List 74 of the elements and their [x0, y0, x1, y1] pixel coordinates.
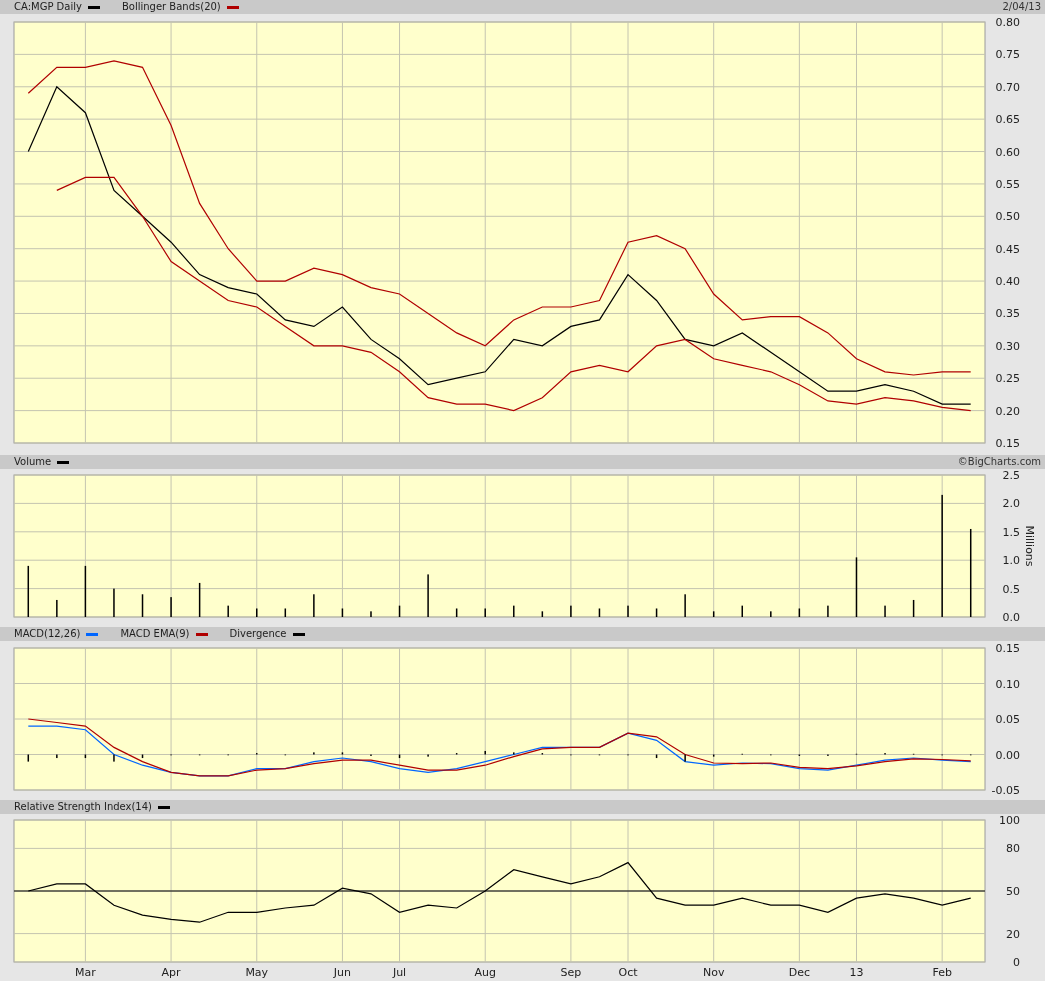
chart-bar — [598, 608, 601, 617]
chart-bar — [198, 582, 201, 617]
axis-tick-label: 0.35 — [995, 307, 1020, 321]
axis-tick-label: 0.45 — [995, 242, 1020, 256]
chart-bar — [712, 611, 715, 617]
axis-tick-label: 0.15 — [995, 437, 1020, 450]
chart-bar — [798, 608, 801, 617]
legend-label: Volume — [14, 455, 52, 469]
axis-tick-label: 50 — [1006, 885, 1020, 898]
axis-tick-label: 0.65 — [995, 113, 1020, 127]
legend-label: CA:MGP Daily — [14, 0, 82, 14]
axis-tick-label: 13 — [849, 966, 864, 979]
axis-tick-label: 0.75 — [995, 48, 1020, 62]
axis-tick-label: 0.40 — [995, 275, 1020, 289]
chart-date: 2/04/13 — [1002, 0, 1041, 14]
chart-bar — [84, 565, 87, 617]
axis-tick-label: Nov — [702, 966, 725, 979]
axis-tick-label: 0 — [1013, 956, 1020, 969]
axis-tick-label: 0.55 — [995, 177, 1020, 191]
axis-tick-label: 1.0 — [1002, 554, 1020, 568]
chart-bar — [655, 754, 658, 759]
axis-tick-label: Sep — [560, 966, 582, 979]
axis-tick-label: 0.80 — [995, 16, 1020, 29]
axis-tick-label: 2.5 — [1002, 469, 1020, 482]
axis-tick-label: 0.30 — [995, 339, 1020, 353]
chart-bar — [27, 565, 30, 617]
chart-bar — [341, 752, 344, 755]
chart-bar — [455, 608, 458, 617]
axis-tick-label: Feb — [932, 966, 952, 979]
chart-bar — [712, 754, 715, 757]
axis-tick-label: 0.60 — [995, 145, 1020, 159]
axis-tick-label: 0.0 — [1002, 611, 1020, 624]
axis-tick-label: 0.05 — [995, 713, 1020, 726]
axis-tick-label: 2.0 — [1002, 497, 1020, 511]
chart-bar — [855, 557, 858, 617]
legend-label: MACD EMA(9) — [120, 627, 190, 641]
legend-label: Divergence — [229, 627, 287, 641]
axis-tick-label: Aug — [474, 966, 496, 979]
chart-bar — [141, 594, 144, 617]
axis-tick-label: May — [245, 966, 269, 979]
axis-tick-label: Oct — [618, 966, 638, 979]
axis-tick-label: 80 — [1006, 842, 1020, 856]
axis-tick-label: 0.25 — [995, 372, 1020, 386]
axis-tick-label: Jul — [392, 966, 407, 979]
axis-tick-label: 0.00 — [995, 748, 1020, 762]
axis-tick-label: Dec — [788, 966, 810, 979]
axis-tick-label: -0.05 — [991, 784, 1020, 797]
chart-bar — [284, 608, 287, 617]
axis-tick-label: 0.10 — [995, 677, 1020, 691]
axis-tick-label: 1.5 — [1002, 525, 1020, 539]
axis-tick-label: 0.50 — [995, 210, 1020, 224]
chart-bar — [912, 599, 915, 617]
chart-bar — [341, 608, 344, 617]
legend-label: Bollinger Bands(20) — [121, 0, 221, 14]
axis-tick-label: 0.5 — [1002, 582, 1020, 596]
axis-tick-label: Jun — [333, 966, 351, 979]
chart-bar — [398, 605, 401, 617]
chart-bar — [27, 754, 30, 762]
axis-tick-label: 0.20 — [995, 404, 1020, 418]
chart-bar — [398, 754, 401, 759]
axis-tick-label: Mar — [75, 966, 96, 979]
axis-tick-label: 100 — [999, 814, 1020, 827]
axis-tick-label: 0.15 — [995, 642, 1020, 655]
axis-tick-label: Apr — [161, 966, 181, 979]
chart-bar — [541, 611, 544, 617]
chart-bar — [141, 754, 144, 759]
axis-tick-label: 0.70 — [995, 80, 1020, 94]
chart-bar — [84, 754, 87, 759]
copyright-text: ©BigCharts.com — [957, 455, 1041, 469]
axis-tick-label: 20 — [1006, 927, 1020, 941]
chart-bar — [655, 608, 658, 617]
axis-title: Millions — [1023, 525, 1036, 567]
legend-label: Relative Strength Index(14) — [14, 800, 152, 814]
legend-label: MACD(12,26) — [14, 627, 81, 641]
